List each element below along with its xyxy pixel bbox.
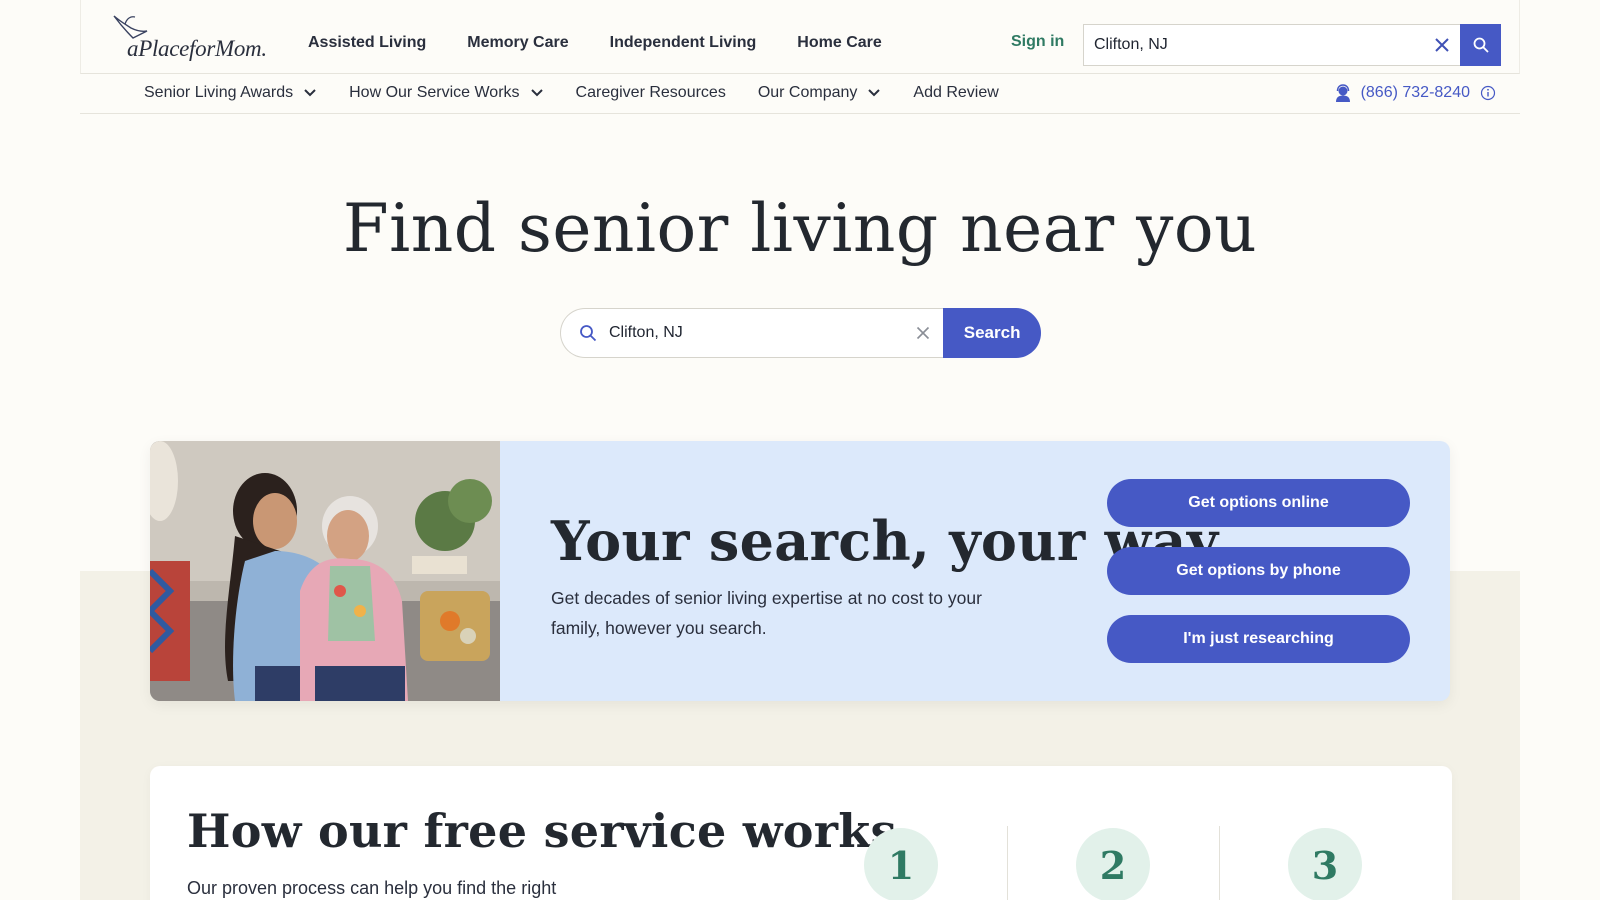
caregiver-photo <box>150 441 500 701</box>
site-header: aPlaceforMom. Assisted Living Memory Car… <box>80 0 1520 74</box>
chevron-down-icon <box>303 88 317 98</box>
subnav-label: Senior Living Awards <box>144 84 294 101</box>
header-search: Clifton, NJ <box>1083 24 1501 66</box>
search-icon <box>1473 37 1489 53</box>
how-it-works-title: How our free service works <box>187 804 897 858</box>
just-researching-button[interactable]: I'm just researching <box>1107 615 1410 663</box>
hero-search-value: Clifton, NJ <box>609 324 683 341</box>
clear-icon[interactable] <box>903 320 943 346</box>
nav-assisted-living[interactable]: Assisted Living <box>308 34 426 52</box>
subnav-label: Caregiver Resources <box>575 84 726 101</box>
subnav-our-company[interactable]: Our Company <box>758 84 882 102</box>
subnav-how-our-service-works[interactable]: How Our Service Works <box>349 84 543 102</box>
step-1-badge: 1 <box>864 828 938 900</box>
get-options-by-phone-button[interactable]: Get options by phone <box>1107 547 1410 595</box>
get-options-online-button[interactable]: Get options online <box>1107 479 1410 527</box>
step-2-badge: 2 <box>1076 828 1150 900</box>
subnav-caregiver-resources[interactable]: Caregiver Resources <box>576 84 726 102</box>
nav-memory-care[interactable]: Memory Care <box>467 34 568 52</box>
step-3-badge: 3 <box>1288 828 1362 900</box>
subnav-add-review[interactable]: Add Review <box>913 84 998 102</box>
advisor-headset-icon <box>1333 83 1353 103</box>
secondary-nav: Senior Living Awards How Our Service Wor… <box>80 74 1520 114</box>
hero-search: Clifton, NJ Search <box>560 308 1041 358</box>
step-divider <box>1219 826 1220 900</box>
clear-icon[interactable] <box>1424 24 1460 66</box>
search-your-way-card: Your search, your way Get decades of sen… <box>150 441 1450 701</box>
subnav-senior-living-awards[interactable]: Senior Living Awards <box>144 84 317 102</box>
nav-home-care[interactable]: Home Care <box>797 34 881 52</box>
logo[interactable]: aPlaceforMom. <box>111 12 271 64</box>
chevron-down-icon <box>530 88 544 98</box>
sign-in-link[interactable]: Sign in <box>1011 33 1064 51</box>
subnav-label: Our Company <box>757 84 858 101</box>
chevron-down-icon <box>867 88 881 98</box>
promo-description: Get decades of senior living expertise a… <box>551 588 982 638</box>
nav-independent-living[interactable]: Independent Living <box>610 34 757 52</box>
subnav-label: How Our Service Works <box>349 84 520 101</box>
header-search-input[interactable]: Clifton, NJ <box>1083 24 1460 66</box>
header-search-value: Clifton, NJ <box>1094 36 1168 53</box>
subnav-label: Add Review <box>913 84 999 101</box>
hero-search-button[interactable]: Search <box>943 308 1041 358</box>
search-icon <box>579 324 597 342</box>
phone-number: (866) 732-8240 <box>1360 84 1470 101</box>
hero-search-input[interactable]: Clifton, NJ <box>560 308 944 358</box>
header-search-button[interactable] <box>1460 24 1501 66</box>
how-it-works-section: How our free service works Our proven pr… <box>150 766 1452 900</box>
how-it-works-subtitle: Our proven process can help you find the… <box>187 878 557 898</box>
primary-nav: Assisted Living Memory Care Independent … <box>308 34 923 52</box>
page-title: Find senior living near you <box>342 190 1258 267</box>
logo-text: aPlaceforMom. <box>127 36 267 61</box>
phone-link[interactable]: (866) 732-8240 <box>1333 83 1496 103</box>
info-icon[interactable] <box>1480 85 1496 101</box>
step-divider <box>1007 826 1008 900</box>
